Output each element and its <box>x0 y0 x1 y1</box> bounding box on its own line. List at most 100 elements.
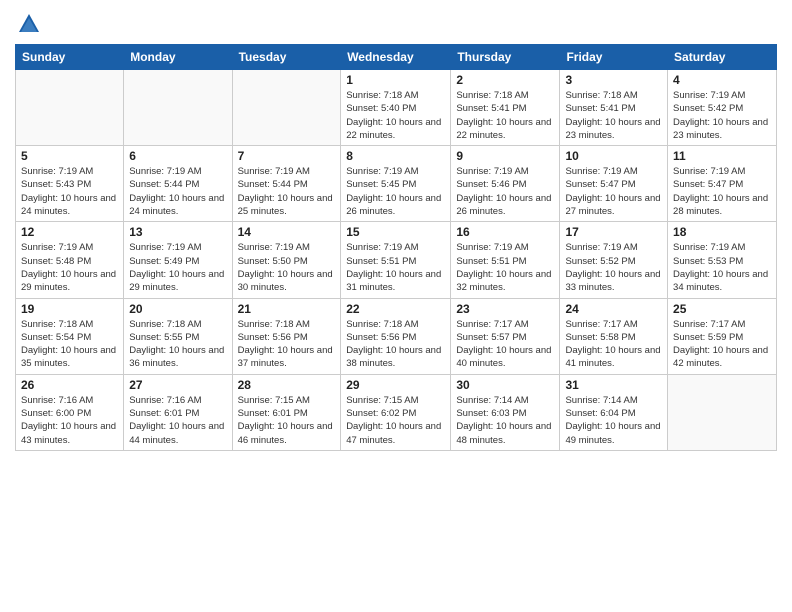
calendar-cell: 27 Sunrise: 7:16 AM Sunset: 6:01 PM Dayli… <box>124 374 232 450</box>
day-number: 13 <box>129 225 226 239</box>
calendar-header-monday: Monday <box>124 45 232 70</box>
calendar-cell: 10 Sunrise: 7:19 AM Sunset: 5:47 PM Dayli… <box>560 146 668 222</box>
day-info: Sunrise: 7:19 AM Sunset: 5:50 PM Dayligh… <box>238 241 336 294</box>
day-number: 22 <box>346 302 445 316</box>
day-number: 15 <box>346 225 445 239</box>
calendar-cell <box>232 70 341 146</box>
day-info: Sunrise: 7:19 AM Sunset: 5:46 PM Dayligh… <box>456 165 554 218</box>
day-number: 19 <box>21 302 118 316</box>
calendar-cell: 26Sunrise: 7:16 AM Sunset: 6:00 PM Dayli… <box>16 374 124 450</box>
calendar-week-3: 12 Sunrise: 7:19 AM Sunset: 5:48 PM Dayli… <box>16 222 777 298</box>
calendar-cell: 31Sunrise: 7:14 AM Sunset: 6:04 PM Dayli… <box>560 374 668 450</box>
calendar-header-tuesday: Tuesday <box>232 45 341 70</box>
day-number: 20 <box>129 302 226 316</box>
calendar-cell: 4 Sunrise: 7:19 AM Sunset: 5:42 PM Daylig… <box>668 70 777 146</box>
page: SundayMondayTuesdayWednesdayThursdayFrid… <box>0 0 792 612</box>
calendar-cell: 3Sunrise: 7:18 AM Sunset: 5:41 PM Daylig… <box>560 70 668 146</box>
day-info: Sunrise: 7:19 AM Sunset: 5:45 PM Dayligh… <box>346 165 445 218</box>
calendar-cell <box>668 374 777 450</box>
day-number: 17 <box>565 225 662 239</box>
day-number: 28 <box>238 378 336 392</box>
calendar-week-2: 5 Sunrise: 7:19 AM Sunset: 5:43 PM Daylig… <box>16 146 777 222</box>
day-info: Sunrise: 7:19 AM Sunset: 5:48 PM Dayligh… <box>21 241 118 294</box>
day-number: 24 <box>565 302 662 316</box>
day-info: Sunrise: 7:19 AM Sunset: 5:44 PM Dayligh… <box>129 165 226 218</box>
calendar-header-thursday: Thursday <box>451 45 560 70</box>
calendar-cell: 8 Sunrise: 7:19 AM Sunset: 5:45 PM Daylig… <box>341 146 451 222</box>
day-number: 14 <box>238 225 336 239</box>
calendar-week-4: 19 Sunrise: 7:18 AM Sunset: 5:54 PM Dayli… <box>16 298 777 374</box>
day-info: Sunrise: 7:19 AM Sunset: 5:51 PM Dayligh… <box>346 241 445 294</box>
calendar-cell: 16Sunrise: 7:19 AM Sunset: 5:51 PM Dayli… <box>451 222 560 298</box>
calendar-cell: 25 Sunrise: 7:17 AM Sunset: 5:59 PM Dayli… <box>668 298 777 374</box>
calendar-header-friday: Friday <box>560 45 668 70</box>
calendar-cell: 2Sunrise: 7:18 AM Sunset: 5:41 PM Daylig… <box>451 70 560 146</box>
calendar-cell: 24 Sunrise: 7:17 AM Sunset: 5:58 PM Dayli… <box>560 298 668 374</box>
calendar-cell: 21 Sunrise: 7:18 AM Sunset: 5:56 PM Dayli… <box>232 298 341 374</box>
day-number: 8 <box>346 149 445 163</box>
day-number: 26 <box>21 378 118 392</box>
day-number: 6 <box>129 149 226 163</box>
header <box>15 10 777 38</box>
day-info: Sunrise: 7:17 AM Sunset: 5:59 PM Dayligh… <box>673 318 771 371</box>
calendar-week-5: 26Sunrise: 7:16 AM Sunset: 6:00 PM Dayli… <box>16 374 777 450</box>
day-number: 21 <box>238 302 336 316</box>
calendar-cell: 20 Sunrise: 7:18 AM Sunset: 5:55 PM Dayli… <box>124 298 232 374</box>
day-info: Sunrise: 7:18 AM Sunset: 5:55 PM Dayligh… <box>129 318 226 371</box>
day-number: 7 <box>238 149 336 163</box>
calendar-cell: 30 Sunrise: 7:14 AM Sunset: 6:03 PM Dayli… <box>451 374 560 450</box>
day-info: Sunrise: 7:19 AM Sunset: 5:42 PM Dayligh… <box>673 89 771 142</box>
calendar-cell: 19 Sunrise: 7:18 AM Sunset: 5:54 PM Dayli… <box>16 298 124 374</box>
day-info: Sunrise: 7:19 AM Sunset: 5:47 PM Dayligh… <box>565 165 662 218</box>
logo-icon <box>15 10 43 38</box>
day-info: Sunrise: 7:19 AM Sunset: 5:44 PM Dayligh… <box>238 165 336 218</box>
day-number: 5 <box>21 149 118 163</box>
day-number: 3 <box>565 73 662 87</box>
day-info: Sunrise: 7:19 AM Sunset: 5:52 PM Dayligh… <box>565 241 662 294</box>
day-number: 12 <box>21 225 118 239</box>
day-info: Sunrise: 7:19 AM Sunset: 5:43 PM Dayligh… <box>21 165 118 218</box>
calendar-cell: 13 Sunrise: 7:19 AM Sunset: 5:49 PM Dayli… <box>124 222 232 298</box>
calendar-cell <box>124 70 232 146</box>
day-info: Sunrise: 7:18 AM Sunset: 5:41 PM Dayligh… <box>456 89 554 142</box>
day-number: 30 <box>456 378 554 392</box>
calendar-cell: 9 Sunrise: 7:19 AM Sunset: 5:46 PM Daylig… <box>451 146 560 222</box>
calendar-cell: 1 Sunrise: 7:18 AM Sunset: 5:40 PM Daylig… <box>341 70 451 146</box>
calendar-cell: 7 Sunrise: 7:19 AM Sunset: 5:44 PM Daylig… <box>232 146 341 222</box>
calendar-header-sunday: Sunday <box>16 45 124 70</box>
day-number: 1 <box>346 73 445 87</box>
day-info: Sunrise: 7:18 AM Sunset: 5:40 PM Dayligh… <box>346 89 445 142</box>
calendar-cell: 14 Sunrise: 7:19 AM Sunset: 5:50 PM Dayli… <box>232 222 341 298</box>
calendar-header-row: SundayMondayTuesdayWednesdayThursdayFrid… <box>16 45 777 70</box>
logo-area <box>15 10 47 38</box>
calendar-cell: 29Sunrise: 7:15 AM Sunset: 6:02 PM Dayli… <box>341 374 451 450</box>
calendar-week-1: 1 Sunrise: 7:18 AM Sunset: 5:40 PM Daylig… <box>16 70 777 146</box>
calendar-cell: 11Sunrise: 7:19 AM Sunset: 5:47 PM Dayli… <box>668 146 777 222</box>
calendar-cell: 15 Sunrise: 7:19 AM Sunset: 5:51 PM Dayli… <box>341 222 451 298</box>
calendar-cell: 12 Sunrise: 7:19 AM Sunset: 5:48 PM Dayli… <box>16 222 124 298</box>
day-number: 23 <box>456 302 554 316</box>
calendar-cell: 5 Sunrise: 7:19 AM Sunset: 5:43 PM Daylig… <box>16 146 124 222</box>
calendar-cell: 6 Sunrise: 7:19 AM Sunset: 5:44 PM Daylig… <box>124 146 232 222</box>
day-number: 9 <box>456 149 554 163</box>
day-number: 16 <box>456 225 554 239</box>
day-info: Sunrise: 7:14 AM Sunset: 6:03 PM Dayligh… <box>456 394 554 447</box>
calendar-cell: 23Sunrise: 7:17 AM Sunset: 5:57 PM Dayli… <box>451 298 560 374</box>
day-number: 4 <box>673 73 771 87</box>
day-info: Sunrise: 7:17 AM Sunset: 5:58 PM Dayligh… <box>565 318 662 371</box>
day-info: Sunrise: 7:16 AM Sunset: 6:01 PM Dayligh… <box>129 394 226 447</box>
calendar-header-saturday: Saturday <box>668 45 777 70</box>
day-info: Sunrise: 7:18 AM Sunset: 5:56 PM Dayligh… <box>238 318 336 371</box>
day-info: Sunrise: 7:15 AM Sunset: 6:01 PM Dayligh… <box>238 394 336 447</box>
calendar-cell: 17 Sunrise: 7:19 AM Sunset: 5:52 PM Dayli… <box>560 222 668 298</box>
day-number: 27 <box>129 378 226 392</box>
day-number: 18 <box>673 225 771 239</box>
calendar-cell <box>16 70 124 146</box>
day-info: Sunrise: 7:15 AM Sunset: 6:02 PM Dayligh… <box>346 394 445 447</box>
day-info: Sunrise: 7:18 AM Sunset: 5:54 PM Dayligh… <box>21 318 118 371</box>
calendar: SundayMondayTuesdayWednesdayThursdayFrid… <box>15 44 777 451</box>
day-info: Sunrise: 7:19 AM Sunset: 5:53 PM Dayligh… <box>673 241 771 294</box>
day-info: Sunrise: 7:19 AM Sunset: 5:49 PM Dayligh… <box>129 241 226 294</box>
day-number: 10 <box>565 149 662 163</box>
day-number: 25 <box>673 302 771 316</box>
